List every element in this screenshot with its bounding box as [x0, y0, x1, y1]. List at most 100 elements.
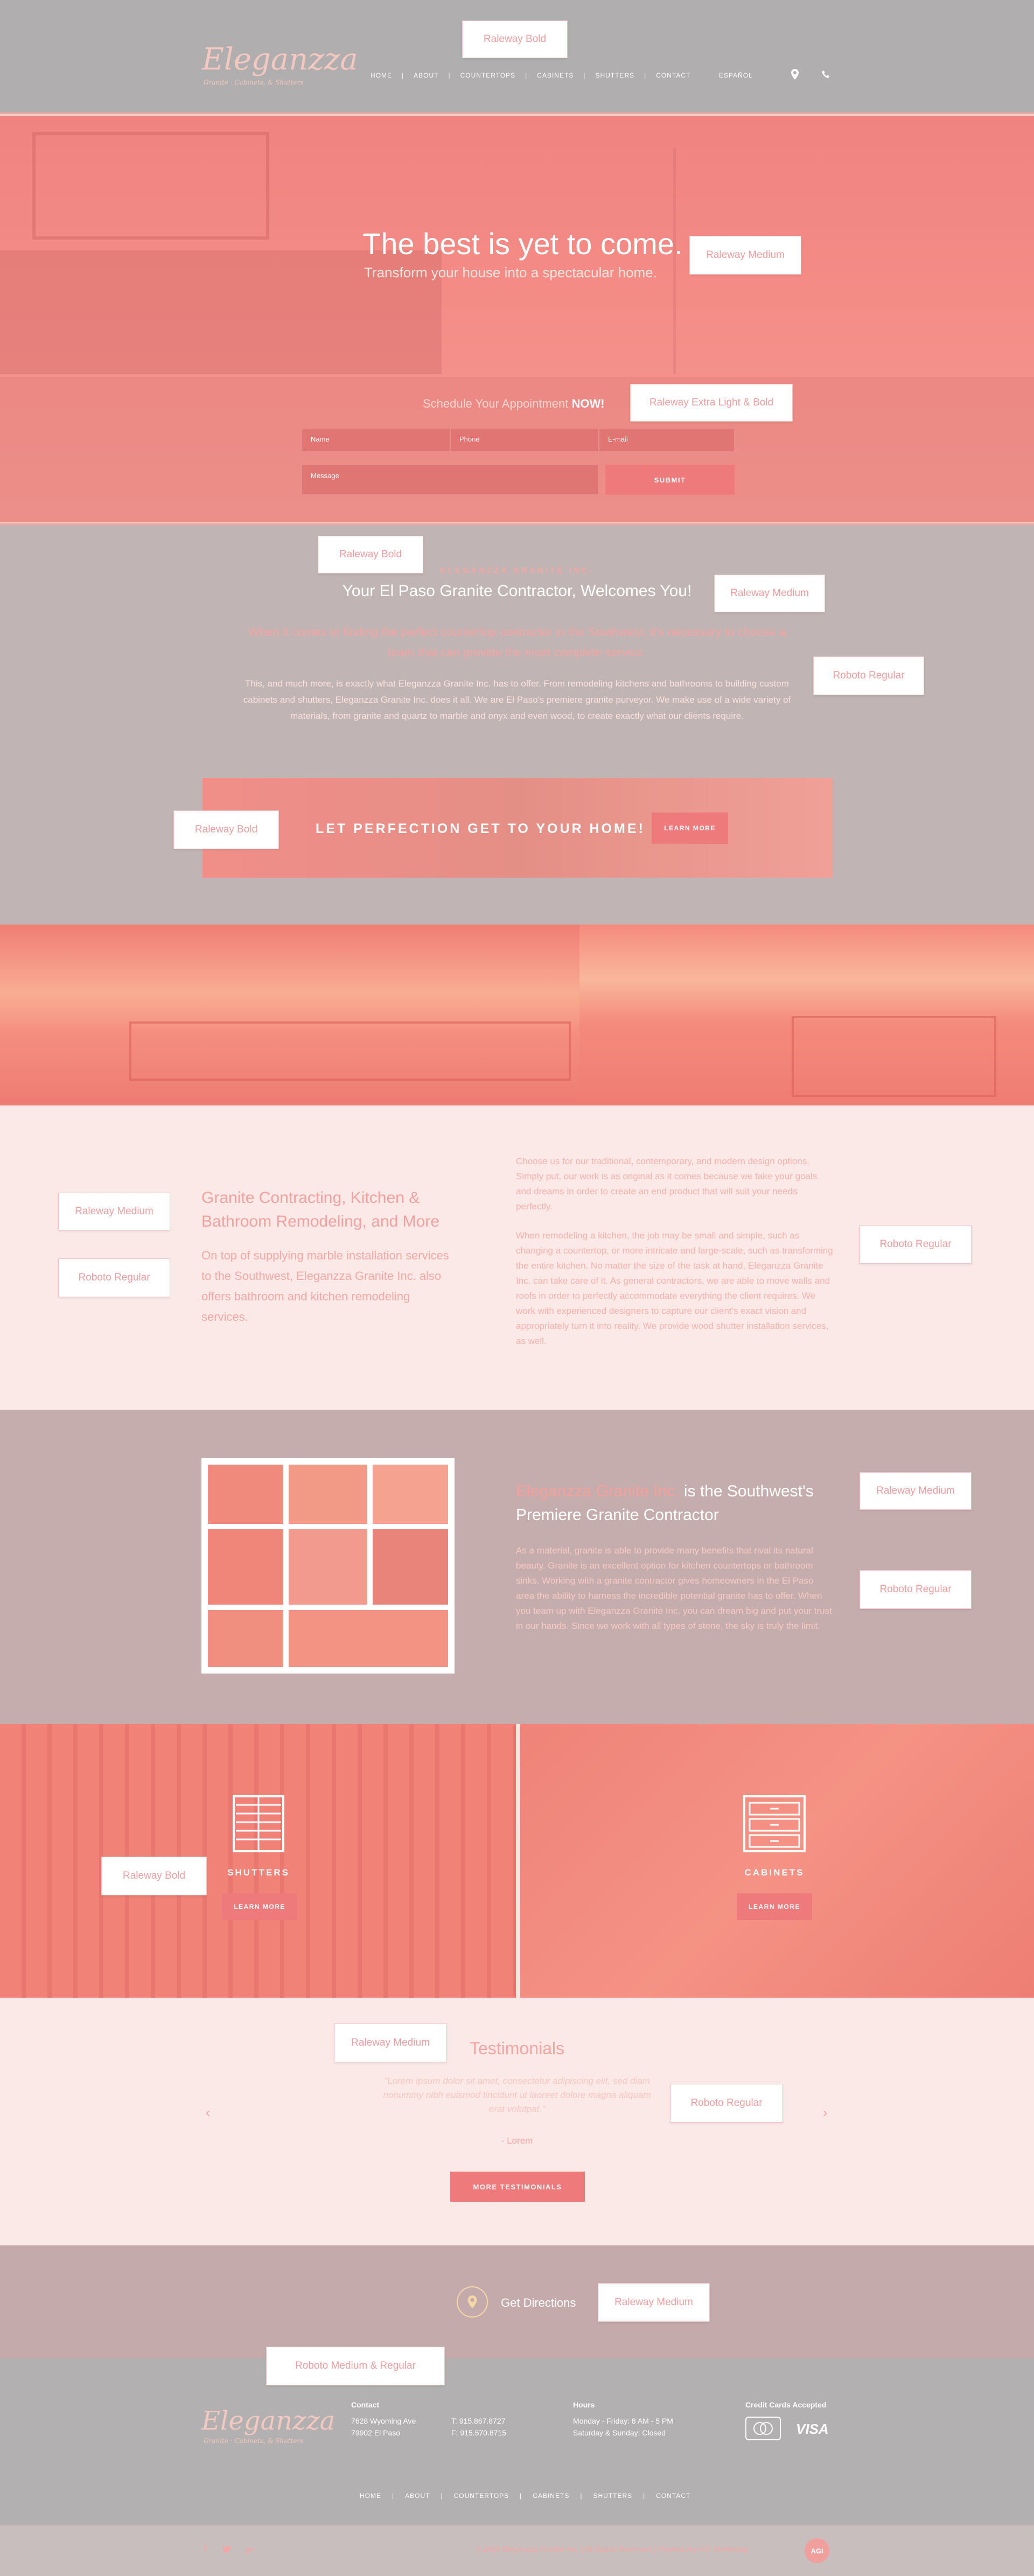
- nav-separator: |: [525, 72, 528, 79]
- footer-fax: F: 915.570.8715: [451, 2428, 506, 2437]
- logo-title: Eleganzza: [202, 42, 358, 77]
- nav-separator: |: [448, 72, 451, 79]
- nav-separator: |: [402, 72, 404, 79]
- hero-section: The best is yet to come. Transform your …: [0, 116, 1034, 522]
- copyright-text: © 2018 Eleganzza Granite Inc. | All Righ…: [476, 2545, 747, 2553]
- cabinets-photo: [520, 1724, 1034, 1998]
- font-note-premier-title: Raleway Medium: [860, 1472, 972, 1510]
- site-header: Eleganzza Granite · Cabinets, & Shutters…: [0, 0, 1034, 114]
- font-note-schedule: Raleway Extra Light & Bold: [630, 384, 793, 422]
- submit-button[interactable]: SUBMIT: [605, 465, 735, 495]
- footer-address-line1: 7628 Wyoming Ave: [351, 2417, 416, 2425]
- contract-title: Granite Contracting, Kitchen & Bathroom …: [201, 1189, 439, 1230]
- cta-banner-text: LET PERFECTION GET TO YOUR HOME!: [316, 821, 645, 836]
- footer-contact-heading: Contact: [351, 2400, 380, 2409]
- granite-sample: [208, 1610, 283, 1667]
- directions-pin-icon[interactable]: [457, 2286, 488, 2318]
- map-pin-icon[interactable]: [790, 68, 800, 81]
- font-note-welcome-body: Roboto Regular: [813, 656, 924, 695]
- cabinets-learn-more-button[interactable]: LEARN MORE: [737, 1893, 812, 1920]
- font-note-directions: Raleway Medium: [598, 2283, 710, 2322]
- footer-phone[interactable]: T: 915.867.8727: [451, 2417, 505, 2425]
- cabinets-icon: [741, 1794, 808, 1853]
- kitchen-photo-strip: [0, 925, 1034, 1105]
- hero-cabinet-shape: [32, 132, 269, 240]
- phone-icon[interactable]: [821, 68, 832, 80]
- visa-icon: VISA: [796, 2421, 829, 2437]
- font-note-hero: Raleway Medium: [689, 236, 801, 275]
- footer-hours-heading: Hours: [573, 2400, 595, 2409]
- nav-item-about[interactable]: ABOUT: [394, 2492, 441, 2500]
- nav-separator: |: [583, 72, 586, 79]
- testimonials-section: Testimonials "Lorem ipsum dolor sit amet…: [0, 1998, 1034, 2245]
- nav-separator: |: [644, 72, 647, 79]
- twitter-icon[interactable]: [222, 2544, 232, 2554]
- email-input[interactable]: E-mail: [599, 428, 735, 452]
- chevron-left-icon[interactable]: ‹: [201, 2104, 214, 2120]
- shutters-label: SHUTTERS: [227, 1867, 290, 1878]
- footer-logo[interactable]: Eleganzza: [201, 2406, 335, 2436]
- footer-logo-subtitle: Granite · Cabinets, & Shutters: [204, 2437, 304, 2445]
- language-link[interactable]: ESPAÑOL: [719, 72, 753, 79]
- granite-sample: [208, 1529, 283, 1605]
- nav-item-contact[interactable]: CONTACT: [646, 72, 700, 79]
- nav-item-about[interactable]: ABOUT: [404, 72, 448, 79]
- font-note-services: Raleway Bold: [101, 1857, 207, 1895]
- agi-badge[interactable]: AGI: [805, 2538, 829, 2563]
- footer-logo-title: Eleganzza: [201, 2406, 336, 2436]
- schedule-now: NOW!: [571, 397, 605, 410]
- welcome-eyebrow: ELEGANZZA GRANITE INC.: [440, 566, 594, 575]
- shutters-learn-more-button[interactable]: LEARN MORE: [222, 1893, 297, 1920]
- font-note-banner: Raleway Bold: [173, 810, 279, 849]
- phone-input[interactable]: Phone: [450, 428, 599, 452]
- nav-item-shutters[interactable]: SHUTTERS: [585, 72, 644, 79]
- message-input[interactable]: Message: [302, 465, 599, 495]
- nav-item-countertops[interactable]: COUNTERTOPS: [451, 72, 526, 79]
- cabinet-door-shape: [792, 1016, 996, 1097]
- nav-item-cabinets[interactable]: CABINETS: [527, 72, 583, 79]
- premier-body: As a material, granite is able to provid…: [516, 1545, 832, 1631]
- premier-section: Eleganzza Granite Inc. is the Southwest'…: [0, 1410, 1034, 1724]
- facebook-icon[interactable]: f: [201, 2544, 209, 2554]
- granite-sample: [373, 1529, 448, 1605]
- nav-item-shutters[interactable]: SHUTTERS: [582, 2492, 643, 2500]
- premier-title-highlight: Eleganzza Granite Inc.: [516, 1482, 680, 1500]
- shutters-icon: [230, 1794, 287, 1853]
- welcome-title: Your El Paso Granite Contractor, Welcome…: [342, 582, 692, 600]
- nav-item-contact[interactable]: CONTACT: [645, 2492, 701, 2500]
- granite-samples-grid: [201, 1458, 455, 1674]
- nav-item-home[interactable]: HOME: [361, 72, 402, 79]
- granite-sample: [208, 1465, 283, 1524]
- drawer-shape: [129, 1021, 571, 1081]
- granite-sample: [289, 1465, 367, 1524]
- chevron-right-icon[interactable]: ›: [819, 2104, 832, 2120]
- contract-para1: Choose us for our traditional, contempor…: [516, 1156, 818, 1212]
- premier-title: Eleganzza Granite Inc. is the Southwest'…: [516, 1480, 839, 1527]
- services-divider: [516, 1724, 520, 1998]
- cta-banner: LET PERFECTION GET TO YOUR HOME! LEARN M…: [202, 778, 833, 878]
- logo[interactable]: Eleganzza: [202, 42, 358, 77]
- font-note-contract-title: Raleway Medium: [58, 1193, 170, 1230]
- google-plus-icon[interactable]: g+: [243, 2544, 256, 2554]
- services-section: SHUTTERS LEARN MORE CABINETS LEARN MORE …: [0, 1724, 1034, 1998]
- font-note-contract-lead: Roboto Regular: [58, 1258, 170, 1297]
- footer-hours-line1: Monday - Friday: 8 AM - 5 PM: [573, 2417, 673, 2425]
- font-note-testimonials-title: Raleway Medium: [334, 2024, 447, 2062]
- cta-learn-more-button[interactable]: LEARN MORE: [652, 813, 728, 844]
- name-input[interactable]: Name: [302, 428, 450, 452]
- footer-nav: HOME | ABOUT | COUNTERTOPS | CABINETS | SHUTTERS…: [349, 2492, 701, 2500]
- mastercard-icon: [745, 2417, 781, 2440]
- nav-item-cabinets[interactable]: CABINETS: [522, 2492, 580, 2500]
- contract-lead: On top of supplying marble installation …: [201, 1249, 449, 1324]
- nav-item-home[interactable]: HOME: [349, 2492, 392, 2500]
- font-note-eyebrow: Raleway Bold: [318, 536, 423, 573]
- font-note-contract-body: Roboto Regular: [860, 1225, 972, 1264]
- hero-headline: The best is yet to come.: [362, 227, 683, 261]
- more-testimonials-button[interactable]: MORE TESTIMONIALS: [450, 2172, 585, 2202]
- granite-sample: [289, 1529, 367, 1605]
- font-note-premier-body: Roboto Regular: [860, 1570, 972, 1609]
- testimonial-quote: "Lorem ipsum dolor sit amet, consectetur…: [383, 2076, 651, 2114]
- get-directions-link[interactable]: Get Directions: [501, 2296, 576, 2310]
- nav-item-countertops[interactable]: COUNTERTOPS: [443, 2492, 520, 2500]
- main-nav: HOME | ABOUT | COUNTERTOPS | CABINETS | SHUTTERS…: [361, 72, 700, 79]
